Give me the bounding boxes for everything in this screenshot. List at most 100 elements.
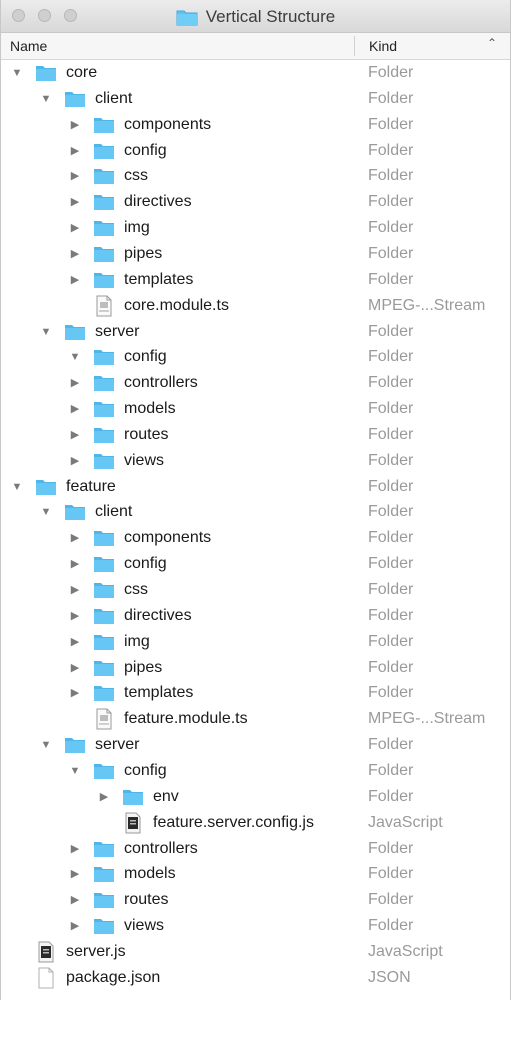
item-name: config (124, 348, 167, 366)
disclosure-closed-icon[interactable]: ▶ (68, 370, 82, 396)
folder-icon (93, 452, 115, 470)
folder-row[interactable]: ▶ views Folder (0, 913, 511, 939)
disclosure-closed-icon[interactable]: ▶ (97, 784, 111, 810)
disclosure-closed-icon[interactable]: ▶ (68, 189, 82, 215)
mpeg-file-icon (93, 708, 115, 730)
disclosure-open-icon[interactable]: ▼ (10, 474, 24, 500)
title-bar[interactable]: Vertical Structure (0, 0, 511, 33)
folder-row[interactable]: ▶ config Folder (0, 551, 511, 577)
folder-row[interactable]: ▼ feature Folder (0, 474, 511, 500)
disclosure-open-icon[interactable]: ▼ (39, 319, 53, 345)
item-name: pipes (124, 244, 163, 262)
folder-icon (93, 840, 115, 858)
item-kind: Folder (368, 322, 414, 340)
folder-row[interactable]: ▼ client Folder (0, 499, 511, 525)
folder-row[interactable]: ▶ templates Folder (0, 680, 511, 706)
disclosure-open-icon[interactable]: ▼ (39, 499, 53, 525)
folder-row[interactable]: ▶ directives Folder (0, 189, 511, 215)
file-row[interactable]: core.module.ts MPEG-...Stream (0, 293, 511, 319)
disclosure-closed-icon[interactable]: ▶ (68, 138, 82, 164)
item-kind: Folder (368, 193, 414, 211)
folder-row[interactable]: ▶ components Folder (0, 112, 511, 138)
file-list: ▼ core Folder ▼ client Folder ▶ components Folde… (0, 60, 511, 1060)
item-name: pipes (124, 658, 163, 676)
column-divider[interactable] (354, 36, 355, 56)
name-column-header[interactable]: Name (10, 38, 47, 54)
mpeg-file-icon (93, 295, 115, 317)
disclosure-closed-icon[interactable]: ▶ (68, 655, 82, 681)
disclosure-closed-icon[interactable]: ▶ (68, 422, 82, 448)
folder-row[interactable]: ▼ config Folder (0, 344, 511, 370)
disclosure-closed-icon[interactable]: ▶ (68, 551, 82, 577)
disclosure-closed-icon[interactable]: ▶ (68, 163, 82, 189)
disclosure-closed-icon[interactable]: ▶ (68, 680, 82, 706)
disclosure-open-icon[interactable]: ▼ (68, 344, 82, 370)
disclosure-open-icon[interactable]: ▼ (68, 758, 82, 784)
folder-row[interactable]: ▶ img Folder (0, 215, 511, 241)
file-row[interactable]: feature.module.ts MPEG-...Stream (0, 706, 511, 732)
folder-row[interactable]: ▶ config Folder (0, 138, 511, 164)
item-kind: Folder (368, 917, 414, 935)
disclosure-closed-icon[interactable]: ▶ (68, 629, 82, 655)
item-name: core (66, 64, 98, 81)
disclosure-open-icon[interactable]: ▼ (10, 60, 24, 86)
folder-row[interactable]: ▼ server Folder (0, 319, 511, 345)
disclosure-closed-icon[interactable]: ▶ (68, 861, 82, 887)
disclosure-closed-icon[interactable]: ▶ (68, 603, 82, 629)
folder-row[interactable]: ▶ models Folder (0, 396, 511, 422)
folder-row[interactable]: ▶ views Folder (0, 448, 511, 474)
kind-column-header[interactable]: Kind (369, 38, 397, 54)
folder-row[interactable]: ▶ css Folder (0, 163, 511, 189)
disclosure-closed-icon[interactable]: ▶ (68, 396, 82, 422)
folder-row[interactable]: ▶ controllers Folder (0, 370, 511, 396)
disclosure-closed-icon[interactable]: ▶ (68, 267, 82, 293)
item-kind: Folder (368, 503, 414, 521)
disclosure-closed-icon[interactable]: ▶ (68, 448, 82, 474)
folder-row[interactable]: ▶ templates Folder (0, 267, 511, 293)
disclosure-closed-icon[interactable]: ▶ (68, 836, 82, 862)
item-name: css (124, 581, 148, 598)
item-name: img (124, 219, 150, 237)
folder-row[interactable]: ▼ core Folder (0, 60, 511, 86)
disclosure-closed-icon[interactable]: ▶ (68, 577, 82, 603)
folder-row[interactable]: ▶ img Folder (0, 629, 511, 655)
folder-row[interactable]: ▶ models Folder (0, 861, 511, 887)
item-kind: Folder (368, 632, 414, 650)
item-kind: Folder (368, 787, 414, 805)
item-name: img (124, 632, 150, 650)
disclosure-closed-icon[interactable]: ▶ (68, 215, 82, 241)
disclosure-closed-icon[interactable]: ▶ (68, 525, 82, 551)
folder-row[interactable]: ▼ server Folder (0, 732, 511, 758)
folder-row[interactable]: ▶ components Folder (0, 525, 511, 551)
disclosure-closed-icon[interactable]: ▶ (68, 887, 82, 913)
folder-icon (93, 167, 115, 185)
folder-icon (93, 891, 115, 909)
item-name: feature.server.config.js (153, 813, 314, 831)
item-kind: Folder (368, 736, 414, 754)
folder-row[interactable]: ▶ pipes Folder (0, 241, 511, 267)
file-row[interactable]: feature.server.config.js JavaScript (0, 810, 511, 836)
folder-row[interactable]: ▶ controllers Folder (0, 836, 511, 862)
disclosure-closed-icon[interactable]: ▶ (68, 241, 82, 267)
item-name: controllers (124, 374, 198, 392)
folder-row[interactable]: ▶ pipes Folder (0, 655, 511, 681)
sort-ascending-icon[interactable]: ⌃ (487, 36, 497, 50)
folder-row[interactable]: ▼ config Folder (0, 758, 511, 784)
item-kind: JSON (368, 968, 411, 986)
disclosure-open-icon[interactable]: ▼ (39, 732, 53, 758)
folder-row[interactable]: ▼ client Folder (0, 86, 511, 112)
disclosure-open-icon[interactable]: ▼ (39, 86, 53, 112)
js-file-icon (122, 812, 144, 834)
folder-row[interactable]: ▶ css Folder (0, 577, 511, 603)
item-name: models (124, 865, 176, 883)
folder-icon (64, 323, 86, 341)
file-row[interactable]: server.js JavaScript (0, 939, 511, 965)
folder-row[interactable]: ▶ routes Folder (0, 887, 511, 913)
file-row[interactable]: package.json JSON (0, 965, 511, 991)
folder-row[interactable]: ▶ routes Folder (0, 422, 511, 448)
folder-row[interactable]: ▶ directives Folder (0, 603, 511, 629)
item-kind: Folder (368, 606, 414, 624)
disclosure-closed-icon[interactable]: ▶ (68, 913, 82, 939)
folder-row[interactable]: ▶ env Folder (0, 784, 511, 810)
disclosure-closed-icon[interactable]: ▶ (68, 112, 82, 138)
